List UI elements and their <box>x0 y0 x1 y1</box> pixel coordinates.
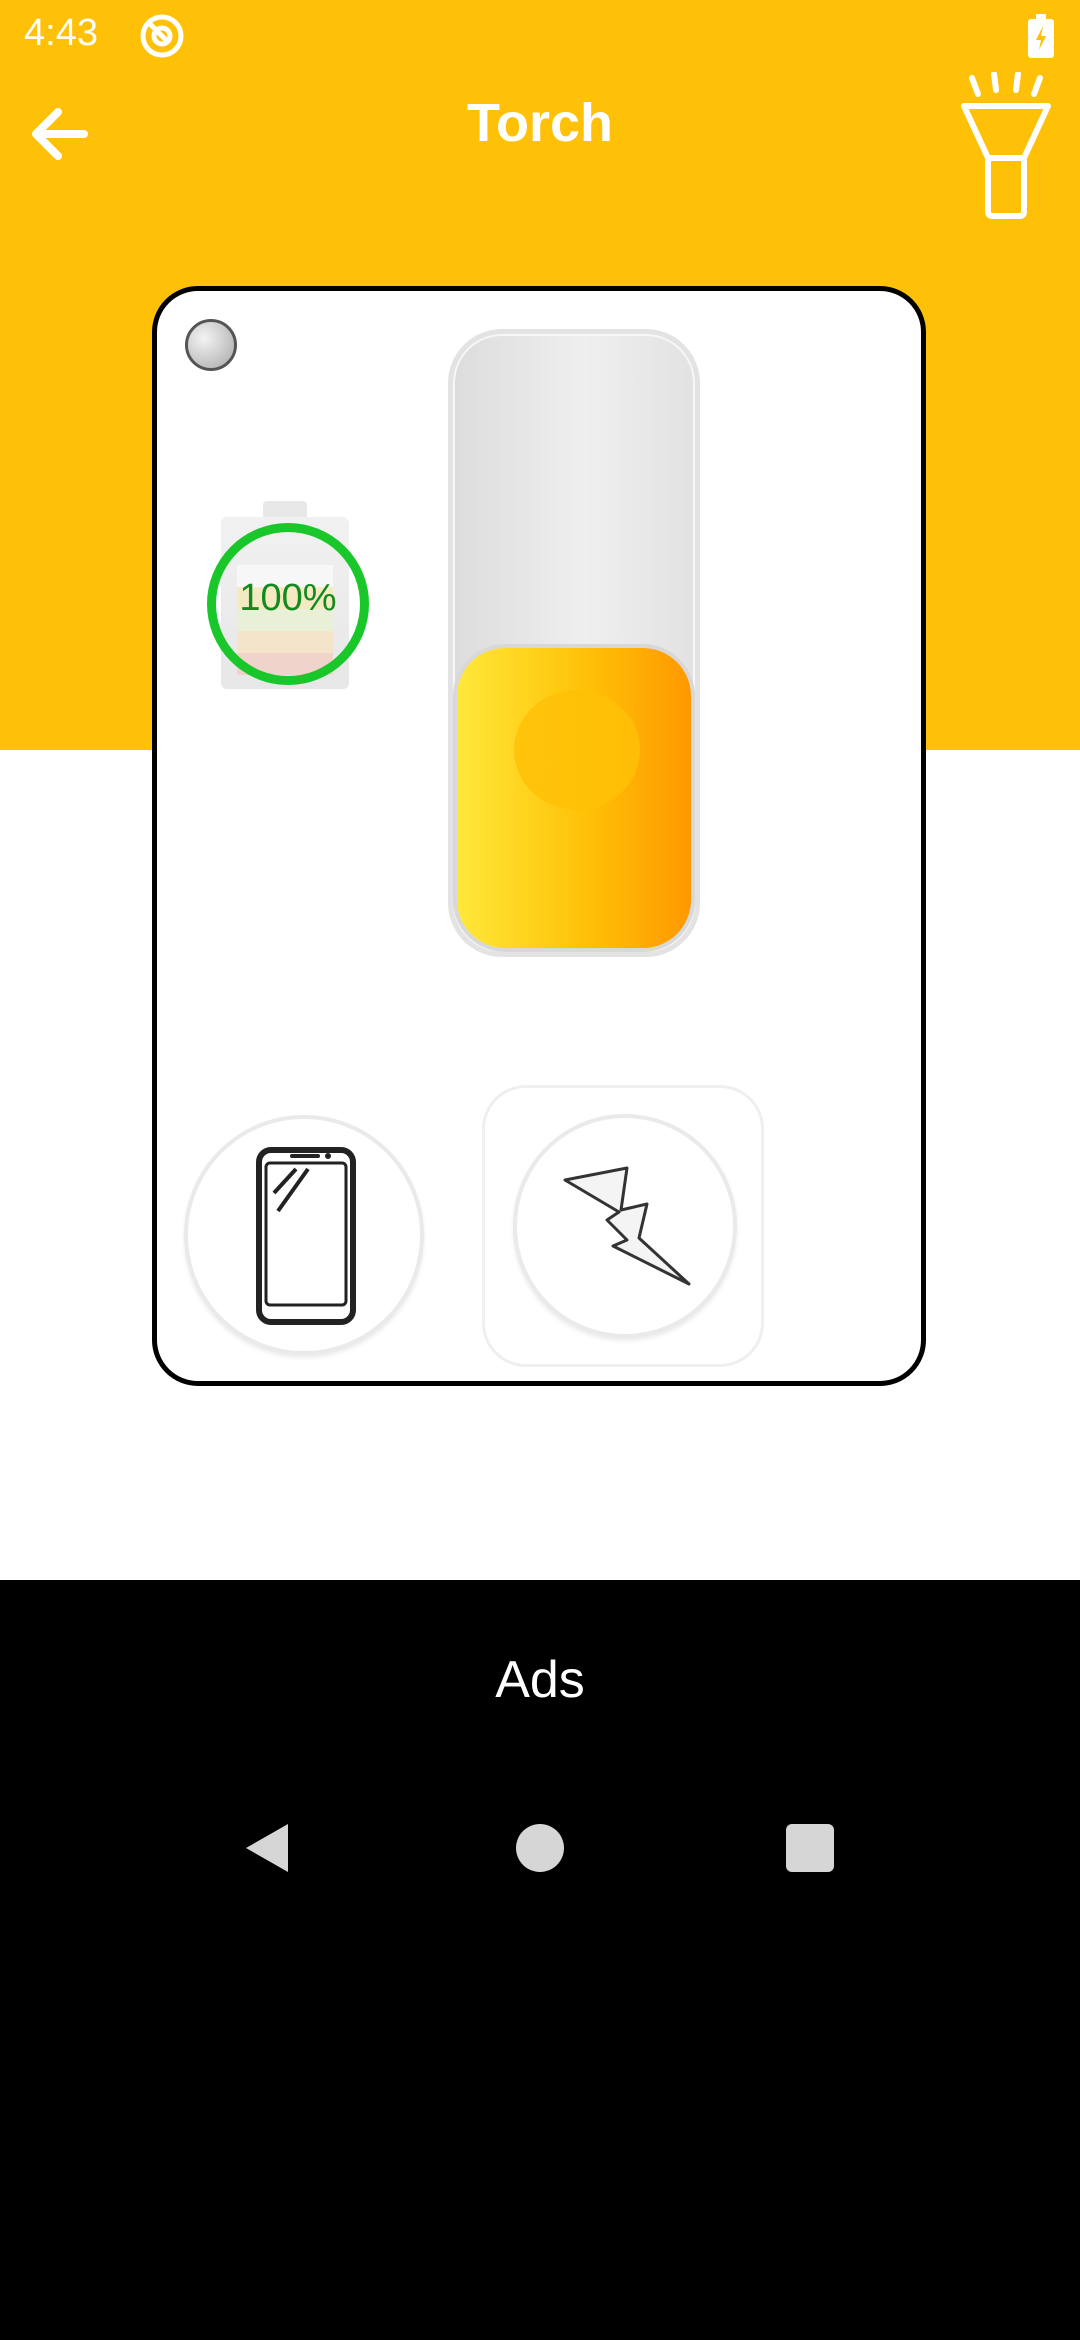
switch-knob[interactable] <box>457 648 691 948</box>
ads-label: Ads <box>495 1651 585 1709</box>
battery-charging-icon <box>1028 14 1054 58</box>
strobe-button[interactable] <box>513 1114 737 1338</box>
status-time: 4:43 <box>24 12 98 54</box>
status-bar: 4:43 <box>0 0 1080 72</box>
screen-light-button[interactable] <box>184 1115 424 1355</box>
at-sign-icon <box>140 14 184 58</box>
nav-recents-icon[interactable] <box>786 1824 834 1872</box>
strobe-frame[interactable] <box>482 1085 764 1367</box>
flashlight-icon[interactable] <box>954 72 1058 222</box>
app-content: 4:43 Torch 100% <box>0 0 1080 1580</box>
nav-back-icon[interactable] <box>240 1820 292 1876</box>
battery-percent: 100% <box>239 577 337 619</box>
indicator-led <box>185 319 237 371</box>
switch-knob-dot <box>514 690 640 810</box>
battery-widget: 100% <box>207 495 369 695</box>
phone-screen-icon <box>256 1147 356 1325</box>
torch-card: 100% <box>152 286 926 1386</box>
nav-home-icon[interactable] <box>516 1824 564 1872</box>
torch-power-switch[interactable] <box>448 329 700 957</box>
lightning-icon <box>563 1166 691 1286</box>
page-title: Torch <box>467 93 613 153</box>
